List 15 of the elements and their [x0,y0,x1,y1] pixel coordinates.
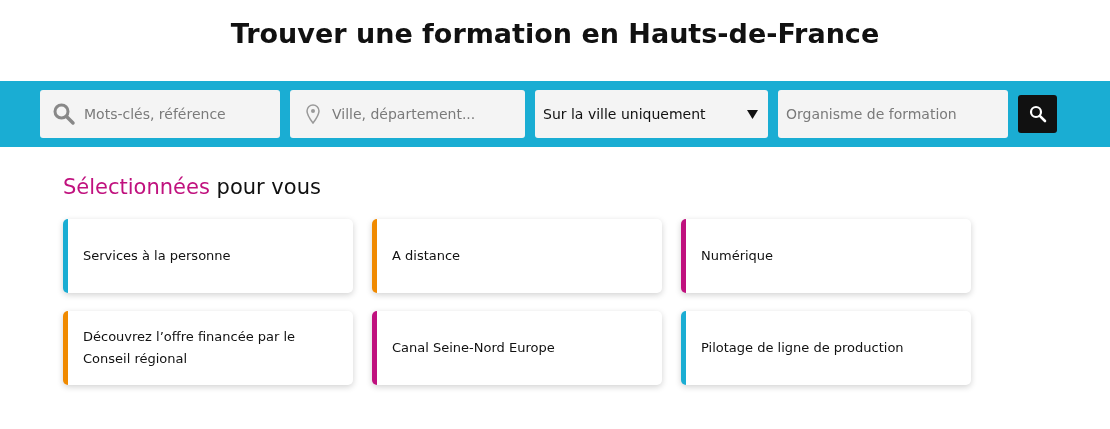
category-card[interactable]: A distance [372,219,662,293]
category-card[interactable]: Pilotage de ligne de production [681,311,971,385]
page-title: Trouver une formation en Hauts-de-France [229,17,881,51]
category-card[interactable]: Découvrez l’offre financée par le Conseil régional [63,311,353,385]
search-icon [1028,105,1047,123]
search-button[interactable] [1018,95,1057,133]
scope-dropdown[interactable]: Sur la ville uniquement [535,90,768,138]
location-field[interactable]: Ville, département... [290,90,525,138]
caret-icon [747,109,758,119]
category-card[interactable]: Canal Seine-Nord Europe [372,311,662,385]
section-heading: Sélectionnées pour vous [63,175,322,199]
organisation-field[interactable]: Organisme de formation [778,90,1008,138]
category-card[interactable]: Services à la personne [63,219,353,293]
keywords-field[interactable]: Mots-clés, référence [40,90,280,138]
category-card[interactable]: Numérique [681,219,971,293]
